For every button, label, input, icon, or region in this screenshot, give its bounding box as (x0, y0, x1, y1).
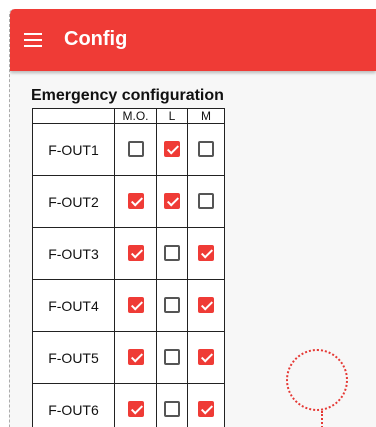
cell-l (156, 175, 188, 228)
checkbox-l[interactable] (164, 245, 180, 262)
checkbox-l[interactable] (164, 141, 180, 158)
cell-mo (114, 175, 157, 228)
section-title: Emergency configuration (31, 87, 224, 104)
app-screen: Config Emergency configuration M.O. L M … (9, 9, 376, 427)
hamburger-menu-icon[interactable] (24, 33, 42, 47)
touch-indicator (286, 349, 348, 411)
cell-m (187, 383, 225, 427)
table-row: F-OUT6 (32, 383, 225, 427)
checkbox-m[interactable] (198, 349, 214, 366)
cell-mo (114, 227, 157, 280)
cell-l (156, 279, 188, 332)
cell-mo (114, 331, 157, 384)
checkbox-m[interactable] (198, 245, 214, 262)
emergency-config-table: M.O. L M F-OUT1 F-OUT2 F-OUT3 F-OUT4 F-OUT5 F… (32, 108, 225, 427)
checkbox-l[interactable] (164, 297, 180, 314)
checkbox-m[interactable] (198, 141, 214, 158)
cell-l (156, 331, 188, 384)
output-label: F-OUT3 (32, 227, 115, 280)
header-blank (32, 108, 115, 124)
checkbox-mo[interactable] (127, 193, 144, 210)
table-row: F-OUT1 (32, 123, 225, 176)
cell-m (187, 123, 225, 176)
cell-l (156, 123, 188, 176)
cell-m (187, 279, 225, 332)
app-bar: Config (10, 9, 376, 71)
table-row: F-OUT2 (32, 175, 225, 228)
checkbox-m[interactable] (198, 297, 214, 314)
checkbox-m[interactable] (198, 193, 214, 210)
checkbox-mo[interactable] (127, 141, 144, 158)
column-header-m: M (187, 108, 225, 124)
checkbox-m[interactable] (198, 401, 214, 418)
cell-mo (114, 123, 157, 176)
table-header-row: M.O. L M (32, 108, 225, 124)
cell-l (156, 383, 188, 427)
cell-m (187, 175, 225, 228)
table-row: F-OUT3 (32, 227, 225, 280)
cell-mo (114, 383, 157, 427)
checkbox-l[interactable] (164, 401, 180, 418)
column-header-mo: M.O. (114, 108, 157, 124)
checkbox-l[interactable] (164, 193, 180, 210)
page-title: Config (64, 28, 128, 50)
output-label: F-OUT2 (32, 175, 115, 228)
checkbox-l[interactable] (164, 349, 180, 366)
output-label: F-OUT4 (32, 279, 115, 332)
cell-m (187, 331, 225, 384)
output-label: F-OUT1 (32, 123, 115, 176)
table-row: F-OUT4 (32, 279, 225, 332)
output-label: F-OUT5 (32, 331, 115, 384)
cell-m (187, 227, 225, 280)
checkbox-mo[interactable] (127, 297, 144, 314)
checkbox-mo[interactable] (127, 245, 144, 262)
cell-mo (114, 279, 157, 332)
column-header-l: L (156, 108, 188, 124)
table-row: F-OUT5 (32, 331, 225, 384)
checkbox-mo[interactable] (127, 349, 144, 366)
checkbox-mo[interactable] (127, 401, 144, 418)
cell-l (156, 227, 188, 280)
output-label: F-OUT6 (32, 383, 115, 427)
touch-indicator-trail (321, 411, 323, 427)
